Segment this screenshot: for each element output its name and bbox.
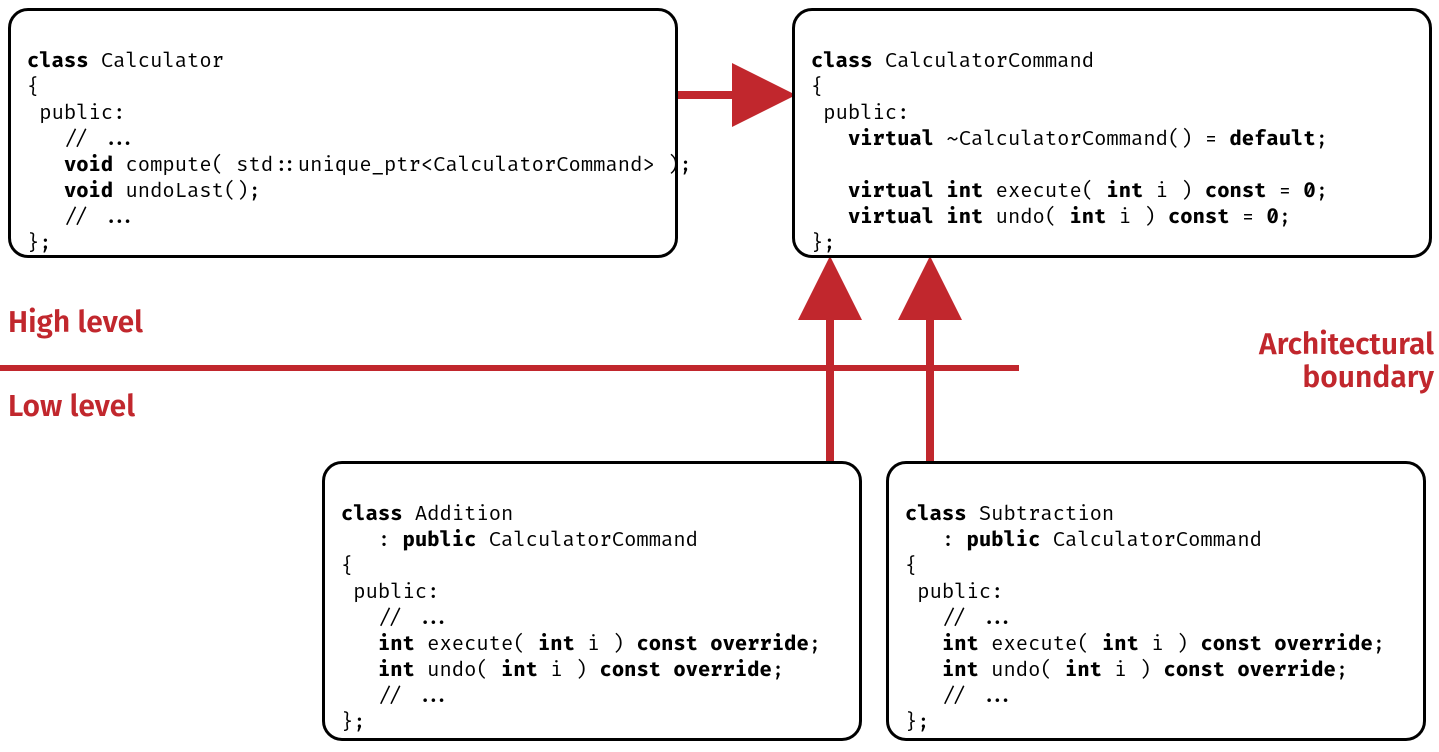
t: i ) bbox=[1139, 633, 1201, 657]
t: execute( bbox=[979, 633, 1102, 657]
t: // ... bbox=[27, 206, 138, 230]
t: Subtraction bbox=[967, 503, 1115, 527]
kw-const-override: const override bbox=[1164, 659, 1336, 683]
t: public: bbox=[341, 581, 439, 605]
kw-const-override: const override bbox=[1200, 633, 1372, 657]
t: // ... bbox=[905, 685, 1016, 709]
box-addition: class Addition : public CalculatorComman… bbox=[322, 461, 862, 741]
t: undo( bbox=[979, 659, 1065, 683]
kw-default: default bbox=[1229, 128, 1315, 152]
t: CalculatorCommand bbox=[873, 50, 1095, 74]
t: { bbox=[905, 555, 917, 579]
kw-int: int bbox=[942, 659, 979, 683]
t: { bbox=[811, 76, 823, 100]
kw-virtual-int: virtual int bbox=[848, 206, 983, 230]
t: public: bbox=[27, 102, 125, 126]
t: ; bbox=[1316, 180, 1328, 204]
kw-class: class bbox=[341, 503, 403, 527]
t bbox=[341, 659, 378, 683]
kw-const: const bbox=[1205, 180, 1267, 204]
label-architectural-boundary: Architectural boundary bbox=[1024, 328, 1434, 394]
t: undo( bbox=[983, 206, 1069, 230]
arch-line-2: boundary bbox=[1302, 359, 1434, 395]
arch-line-1: Architectural bbox=[1259, 326, 1434, 362]
t: { bbox=[27, 76, 39, 100]
t: CalculatorCommand bbox=[1040, 529, 1262, 553]
t: ; bbox=[1373, 633, 1385, 657]
label-high-level: High level bbox=[8, 306, 143, 339]
t: Addition bbox=[403, 503, 514, 527]
kw-virtual: virtual bbox=[848, 128, 934, 152]
kw-int: int bbox=[942, 633, 979, 657]
t: i ) bbox=[575, 633, 637, 657]
t: execute( bbox=[415, 633, 538, 657]
kw-int: int bbox=[501, 659, 538, 683]
t: public: bbox=[811, 102, 909, 126]
t: ; bbox=[1316, 128, 1328, 152]
kw-public: public bbox=[967, 529, 1041, 553]
t: i ) bbox=[1143, 180, 1205, 204]
t: i ) bbox=[538, 659, 600, 683]
t: ; bbox=[1279, 206, 1291, 230]
t bbox=[341, 633, 378, 657]
label-low-level: Low level bbox=[8, 390, 135, 423]
t bbox=[27, 180, 64, 204]
kw-int: int bbox=[1065, 659, 1102, 683]
kw-int: int bbox=[1069, 206, 1106, 230]
kw-const-override: const override bbox=[636, 633, 808, 657]
kw-0: 0 bbox=[1266, 206, 1278, 230]
t: }; bbox=[905, 711, 930, 735]
kw-const: const bbox=[1168, 206, 1230, 230]
t: ; bbox=[809, 633, 821, 657]
kw-int: int bbox=[378, 633, 415, 657]
kw-class: class bbox=[27, 50, 89, 74]
kw-public: public bbox=[403, 529, 477, 553]
t bbox=[27, 154, 64, 178]
t: public: bbox=[905, 581, 1003, 605]
kw-virtual-int: virtual int bbox=[848, 180, 983, 204]
box-subtraction: class Subtraction : public CalculatorCom… bbox=[886, 461, 1426, 741]
kw-int: int bbox=[378, 659, 415, 683]
t: = bbox=[1266, 180, 1303, 204]
t: ; bbox=[1336, 659, 1348, 683]
t bbox=[905, 659, 942, 683]
t: CalculatorCommand bbox=[476, 529, 698, 553]
t: = bbox=[1230, 206, 1267, 230]
t bbox=[811, 180, 848, 204]
t: }; bbox=[811, 232, 836, 256]
t: // ... bbox=[341, 607, 452, 631]
kw-int: int bbox=[1106, 180, 1143, 204]
t: : bbox=[341, 529, 403, 553]
t: }; bbox=[27, 232, 52, 256]
t: // ... bbox=[905, 607, 1016, 631]
t: undoLast(); bbox=[113, 180, 261, 204]
kw-0: 0 bbox=[1303, 180, 1315, 204]
t: // ... bbox=[27, 128, 138, 152]
t: Calculator bbox=[89, 50, 224, 74]
kw-int: int bbox=[1102, 633, 1139, 657]
diagram-stage: High level Low level Architectural bound… bbox=[0, 0, 1439, 752]
t: : bbox=[905, 529, 967, 553]
t bbox=[905, 633, 942, 657]
t bbox=[811, 128, 848, 152]
kw-void: void bbox=[64, 154, 113, 178]
kw-int: int bbox=[538, 633, 575, 657]
t: { bbox=[341, 555, 353, 579]
t: undo( bbox=[415, 659, 501, 683]
box-calculator: class Calculator { public: // ... void c… bbox=[8, 8, 678, 258]
t: ~CalculatorCommand() = bbox=[934, 128, 1229, 152]
kw-void: void bbox=[64, 180, 113, 204]
t: // ... bbox=[341, 685, 452, 709]
t: ; bbox=[772, 659, 784, 683]
kw-class: class bbox=[905, 503, 967, 527]
t: i ) bbox=[1106, 206, 1168, 230]
t: }; bbox=[341, 711, 366, 735]
t bbox=[811, 206, 848, 230]
t: compute( std::unique_ptr<CalculatorComma… bbox=[113, 154, 691, 178]
box-calculator-command: class CalculatorCommand { public: virtua… bbox=[792, 8, 1432, 258]
t: i ) bbox=[1102, 659, 1164, 683]
kw-class: class bbox=[811, 50, 873, 74]
kw-const-override: const override bbox=[600, 659, 772, 683]
t: execute( bbox=[983, 180, 1106, 204]
